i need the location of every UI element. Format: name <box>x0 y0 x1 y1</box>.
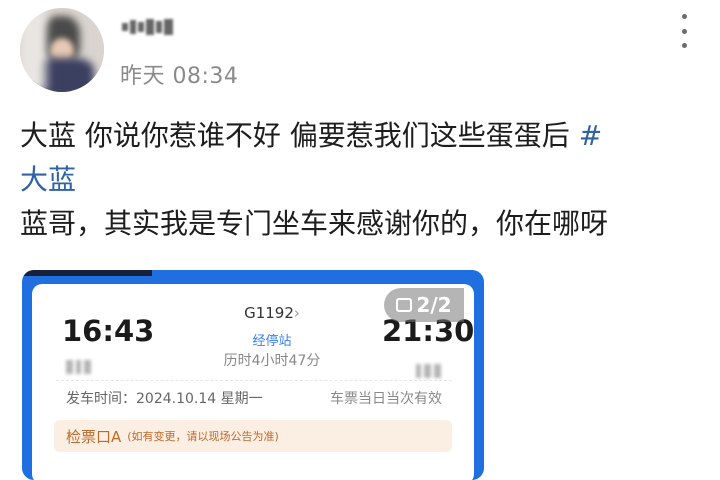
ticket-validity: 车票当日当次有效 <box>330 391 442 407</box>
arrival-station-blurred <box>416 364 441 380</box>
image-count-badge[interactable]: 2/2 <box>384 288 464 322</box>
chevron-right-icon: › <box>293 304 300 322</box>
stops-link[interactable]: 经停站 <box>212 330 332 349</box>
user-avatar[interactable] <box>20 8 104 92</box>
post-text-line-3: 蓝哥，其实我是专门坐车来感谢你的，你在哪呀 <box>20 207 609 240</box>
train-number: G1192› <box>212 304 332 322</box>
image-top-strip <box>22 270 152 276</box>
post-text: 大蓝 你说你惹谁不好 偏要惹我们这些蛋蛋后 # 大蓝 蓝哥，其实我是专门坐车来感… <box>20 114 700 246</box>
hashtag-topic[interactable]: 大蓝 <box>20 163 76 196</box>
post-time: 昨天 08:34 <box>120 64 239 89</box>
avatar-left-light <box>20 8 46 92</box>
post-text-line-2: 大蓝 <box>20 158 700 202</box>
train-number-text: G1192 <box>244 304 294 322</box>
post-image-ticket[interactable]: 16:43 G1192› 经停站 历时4小时47分 21:30 发车时间：202… <box>22 270 484 480</box>
image-gallery-icon <box>396 298 413 312</box>
ticket-gate: 检票口A (如有变更，请以现场公告为准) <box>54 420 452 452</box>
gate-label: 检票口A <box>66 427 122 446</box>
gate-note: (如有变更，请以现场公告为准) <box>127 430 279 443</box>
ticket-divider <box>56 380 452 381</box>
departure-time: 16:43 <box>62 314 155 348</box>
more-vertical-icon[interactable] <box>680 14 688 48</box>
image-count-text: 2/2 <box>416 293 452 317</box>
post-text-line-1: 大蓝 你说你惹谁不好 偏要惹我们这些蛋蛋后 # <box>20 114 700 158</box>
post-text-main: 大蓝 你说你惹谁不好 偏要惹我们这些蛋蛋后 <box>20 119 579 152</box>
username-blurred[interactable] <box>122 16 184 38</box>
departure-station-blurred <box>66 360 91 376</box>
trip-duration: 历时4小时47分 <box>223 353 321 369</box>
hashtag-start[interactable]: # <box>579 119 602 152</box>
departure-date: 发车时间：2024.10.14 星期一 <box>66 391 263 407</box>
